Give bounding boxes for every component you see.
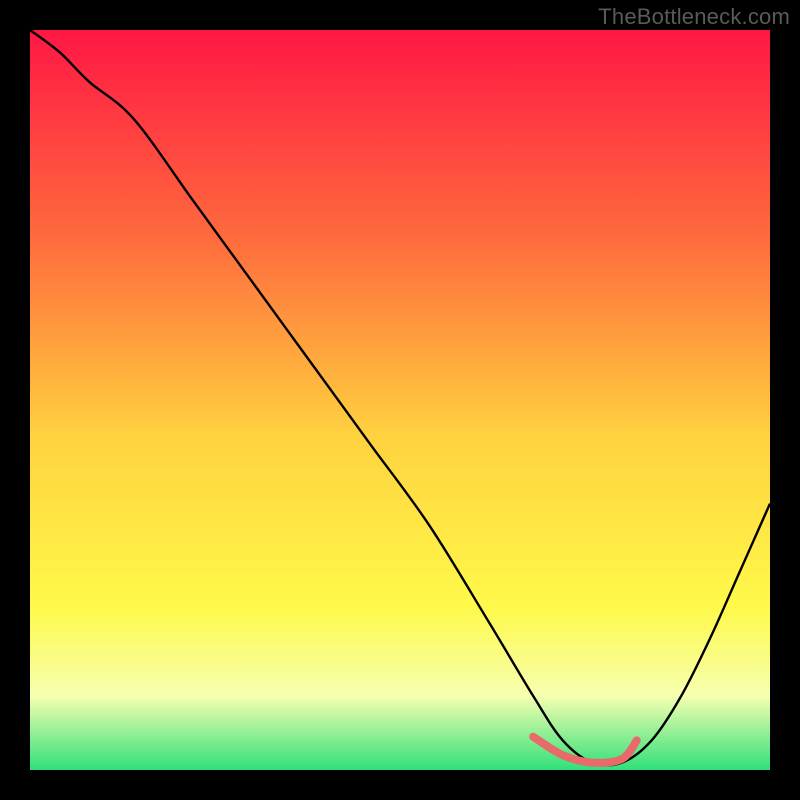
bottleneck-chart bbox=[0, 0, 800, 800]
chart-canvas: TheBottleneck.com bbox=[0, 0, 800, 800]
plot-area bbox=[30, 30, 770, 770]
